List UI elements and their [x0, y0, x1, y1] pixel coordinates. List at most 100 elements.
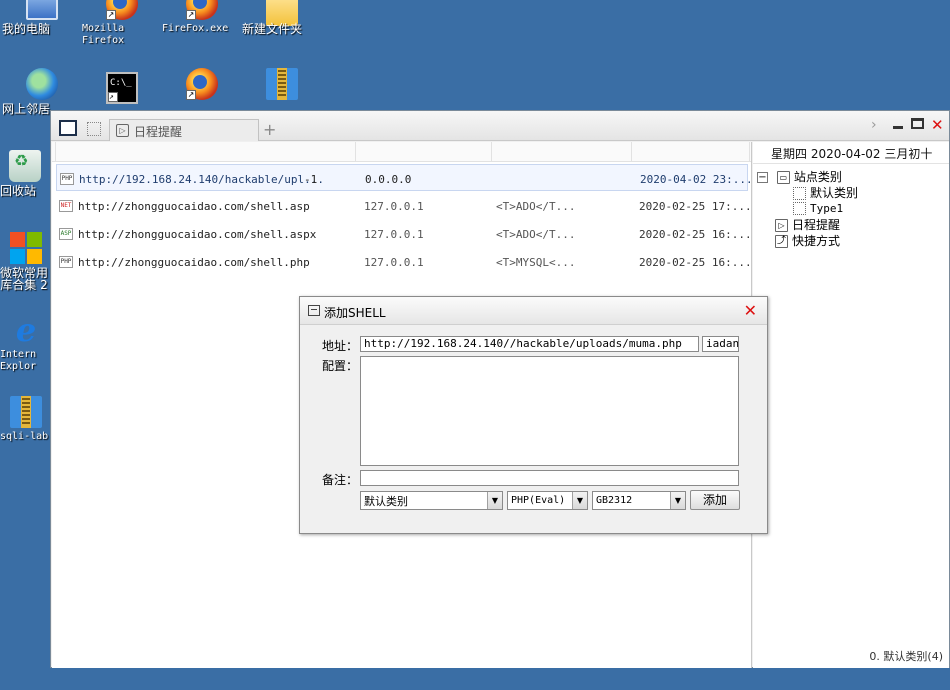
status-bar: 0. 默认类别(4) [869, 650, 943, 663]
chevron-down-icon[interactable]: ▼ [487, 492, 502, 509]
network-icon [26, 68, 58, 100]
encoding-select[interactable]: GB2312 ▼ [592, 491, 686, 510]
desktop-icon-firefox[interactable]: ↗ [162, 68, 242, 103]
shell-list-tab-icon[interactable] [87, 122, 101, 136]
tree-label: 日程提醒 [792, 218, 841, 232]
table-row[interactable]: ASP http://zhongguocaidao.com/shell.aspx… [56, 220, 752, 247]
column-header[interactable] [632, 142, 750, 162]
schedule-icon: ▷ [116, 124, 129, 137]
archive-icon [10, 396, 42, 428]
tab-label: 日程提醒 [134, 125, 183, 139]
desktop-icon-my-computer[interactable]: 我的电脑 [2, 0, 82, 35]
desktop-icon-mozilla-firefox[interactable]: ↗ Mozilla Firefox [82, 0, 162, 46]
shell-ip: 0.0.0.0 [365, 173, 412, 186]
tree-label: 默认类别 [810, 186, 859, 200]
tree-label: 快捷方式 [792, 234, 841, 248]
desktop-icon-recycle-bin[interactable]: 回收站 [0, 150, 50, 197]
asp-file-icon: ASP [59, 228, 73, 240]
shell-time: 2020-02-25 17:... [639, 200, 752, 213]
close-icon[interactable]: ✕ [931, 118, 944, 133]
category-pane: 星期四 2020-04-02 三月初十 − ▭ 站点类别 默认类别 Type1 ▷… [753, 142, 949, 668]
chevron-down-icon[interactable]: ▼ [572, 492, 587, 509]
script-type-select-value: PHP(Eval) [511, 495, 566, 506]
folder-icon [793, 187, 806, 200]
password-input[interactable]: iadan [702, 336, 739, 352]
tree-root-site-category[interactable]: − ▭ 站点类别 [757, 168, 842, 185]
cmd-icon: C:\_ ↗ [106, 72, 138, 104]
table-row[interactable]: PHP http://zhongguocaidao.com/shell.php … [56, 248, 752, 275]
list-header [52, 142, 751, 162]
firefox-icon: ↗ [106, 0, 138, 20]
shell-ip: 127.0.0.1 [364, 256, 424, 269]
desktop-icon-microsoft-library[interactable]: 微软常用 库合集 2 [0, 232, 52, 291]
address-input[interactable]: http://192.168.24.140//hackable/uploads/… [360, 336, 699, 352]
add-tab-icon[interactable]: + [263, 120, 276, 139]
desktop-icon-new-folder[interactable]: 新建文件夹 [242, 0, 322, 35]
column-header[interactable] [492, 142, 632, 162]
firefox-icon: ↗ [186, 0, 218, 20]
config-textarea[interactable] [360, 356, 739, 466]
desktop-icon-label: 新建文件夹 [242, 22, 303, 36]
table-row[interactable]: PHP http://192.168.24.140/hackable/upl..… [56, 164, 753, 191]
dialog-title: 添加SHELL [324, 306, 386, 320]
column-header[interactable] [356, 142, 492, 162]
php-file-icon: PHP [59, 256, 73, 268]
net-file-icon: NET [59, 200, 73, 212]
folder-icon [793, 202, 806, 215]
chevron-right-icon[interactable]: › [871, 118, 877, 132]
shell-note: <T>MYSQL<... [496, 256, 576, 269]
category-icon: ▭ [776, 171, 790, 184]
maximize-icon[interactable] [911, 118, 924, 129]
remark-input[interactable] [360, 470, 739, 486]
desktop-icon-label: 网上邻居 [2, 102, 51, 116]
table-row[interactable]: NET http://zhongguocaidao.com/shell.asp … [56, 192, 752, 219]
desktop-icon-firefox-exe[interactable]: ↗ FireFox.exe [162, 0, 242, 34]
column-header[interactable] [56, 142, 356, 162]
tree-label: Type1 [810, 202, 844, 215]
schedule-icon: ▷ [775, 219, 788, 232]
config-label: 配置： [322, 359, 359, 373]
add-shell-dialog: 添加SHELL ✕ 地址： http://192.168.24.140//hac… [299, 296, 768, 534]
tab-schedule[interactable]: ▷ 日程提醒 [109, 119, 259, 141]
shell-ip: 127.0.0.1 [364, 228, 424, 241]
add-button[interactable]: 添加 [690, 490, 740, 510]
tree-label: 站点类别 [793, 170, 842, 184]
shell-time: 2020-04-02 23:... [640, 173, 753, 186]
windows-logo-icon [10, 232, 42, 264]
category-select-value: 默认类别 [364, 495, 408, 508]
desktop-icon-cmd[interactable]: C:\_ ↗ [82, 72, 162, 107]
script-type-select[interactable]: PHP(Eval) ▼ [507, 491, 588, 510]
close-icon[interactable]: ✕ [744, 301, 757, 320]
php-file-icon: PHP [60, 173, 74, 185]
minimize-icon[interactable] [893, 126, 903, 129]
encoding-select-value: GB2312 [596, 495, 633, 506]
dialog-titlebar[interactable]: 添加SHELL ✕ [300, 297, 767, 325]
tree-item-default-category[interactable]: 默认类别 [793, 184, 858, 201]
tree-item-shortcuts[interactable]: ⤴ 快捷方式 [775, 232, 840, 249]
shell-time: 2020-02-25 16:... [639, 256, 752, 269]
date-bar: 星期四 2020-04-02 三月初十 [753, 142, 949, 164]
tree-item-schedule[interactable]: ▷ 日程提醒 [775, 216, 840, 233]
desktop-icon-sqli-lab[interactable]: sqli-lab [0, 396, 52, 442]
desktop-icon-archive[interactable] [242, 68, 322, 103]
shell-url: http://192.168.24.140/hackable/upl... [79, 173, 325, 186]
tree-item-type1[interactable]: Type1 [793, 201, 843, 215]
chevron-down-icon[interactable]: ▼ [670, 492, 685, 509]
sidebar-toggle-icon[interactable] [59, 120, 77, 136]
tab-bar: ▷ 日程提醒 + › ✕ [51, 111, 949, 141]
shell-note: <T>ADO</T... [496, 228, 576, 241]
window-icon [308, 305, 320, 316]
category-select[interactable]: 默认类别 ▼ [360, 491, 503, 510]
desktop-icon-label: sqli-lab [0, 431, 49, 442]
remark-label: 备注： [322, 473, 359, 487]
computer-icon [26, 0, 58, 20]
collapse-icon[interactable]: − [757, 172, 768, 183]
shell-time: 2020-02-25 16:... [639, 228, 752, 241]
shell-url: http://zhongguocaidao.com/shell.aspx [78, 228, 317, 241]
desktop-icon-internet-explorer[interactable]: e Intern Explor [0, 314, 52, 372]
desktop-icon-network[interactable]: 网上邻居 [2, 68, 82, 115]
shell-url: http://zhongguocaidao.com/shell.asp [78, 200, 310, 213]
shell-extra: -1 [304, 173, 318, 186]
desktop-icon-label: Mozilla Firefox [82, 23, 125, 46]
address-label: 地址： [322, 339, 359, 353]
